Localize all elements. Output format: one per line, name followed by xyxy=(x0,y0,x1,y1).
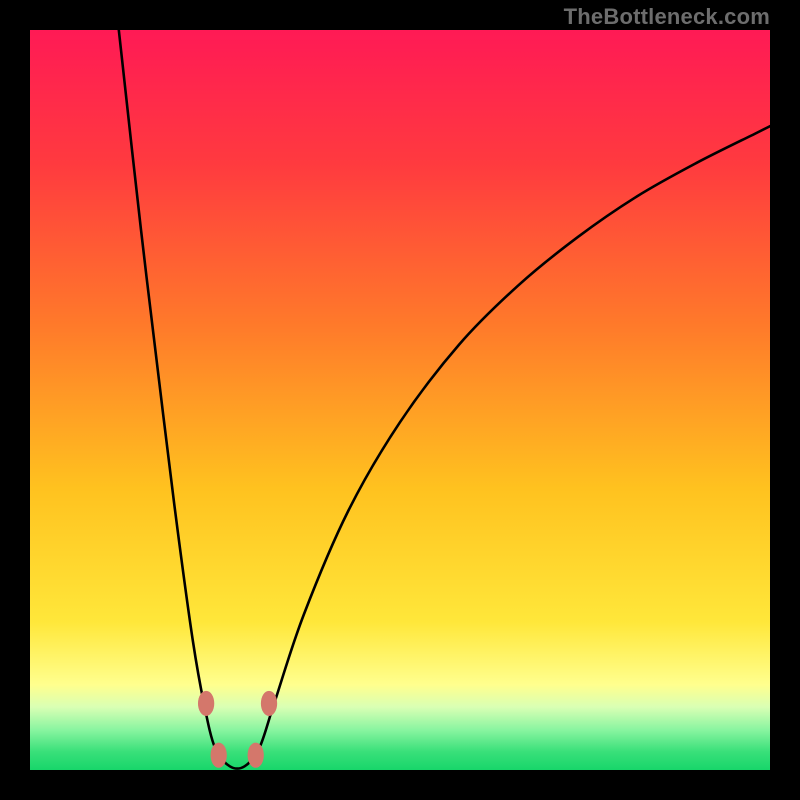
plot-area xyxy=(30,30,770,770)
curve-layer xyxy=(30,30,770,770)
watermark-text: TheBottleneck.com xyxy=(564,4,770,30)
bottleneck-curve xyxy=(119,30,770,769)
curve-marker xyxy=(248,743,264,768)
curve-marker xyxy=(211,743,227,768)
curve-marker xyxy=(261,691,277,716)
chart-stage: TheBottleneck.com xyxy=(0,0,800,800)
curve-marker xyxy=(198,691,214,716)
